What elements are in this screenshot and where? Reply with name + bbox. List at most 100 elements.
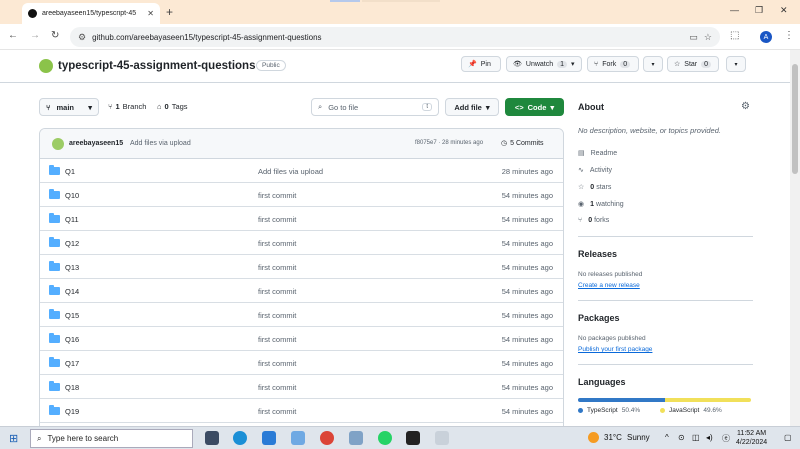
page-scrollbar[interactable] bbox=[790, 50, 800, 426]
address-bar[interactable]: ⚙ github.com/areebayaseen15/typescript-4… bbox=[70, 27, 720, 47]
mail-icon[interactable] bbox=[262, 431, 276, 445]
commit-message[interactable]: Add files via upload bbox=[130, 140, 191, 147]
tray-app-icon[interactable]: ⊙ bbox=[678, 433, 685, 442]
file-commit-message[interactable]: first commit bbox=[258, 407, 296, 416]
publish-package-link[interactable]: Publish your first package bbox=[578, 346, 652, 353]
create-release-link[interactable]: Create a new release bbox=[578, 282, 640, 289]
pin-button[interactable]: 📌 Pin bbox=[461, 56, 501, 72]
scrollbar-thumb[interactable] bbox=[792, 64, 798, 174]
file-name[interactable]: Q12 bbox=[65, 239, 79, 248]
file-name[interactable]: Q14 bbox=[65, 287, 79, 296]
forward-icon[interactable]: → bbox=[30, 30, 40, 41]
app-icon[interactable] bbox=[349, 431, 363, 445]
file-row[interactable]: Q14 first commit 54 minutes ago bbox=[40, 279, 563, 303]
language-item-javascript[interactable]: JavaScript 49.6% bbox=[660, 407, 722, 414]
language-indicator-icon[interactable]: ⓔ bbox=[722, 433, 730, 444]
taskbar-search-input[interactable]: ⌕ Type here to search bbox=[30, 429, 193, 448]
weather-text[interactable]: Sunny bbox=[627, 433, 650, 442]
forks-link[interactable]: ⑂ 0 forks bbox=[578, 217, 609, 224]
committer-name[interactable]: areebayaseen15 bbox=[69, 140, 123, 147]
terminal-icon[interactable] bbox=[406, 431, 420, 445]
file-name[interactable]: Q1 bbox=[65, 167, 75, 176]
file-row[interactable]: Q12 first commit 54 minutes ago bbox=[40, 231, 563, 255]
reload-icon[interactable]: ↻ bbox=[51, 30, 59, 41]
weather-icon[interactable] bbox=[588, 432, 599, 443]
file-explorer-icon[interactable] bbox=[291, 431, 305, 445]
file-commit-message[interactable]: first commit bbox=[258, 287, 296, 296]
browser-tab[interactable]: areebayaseen15/typescript-45 ✕ bbox=[22, 3, 160, 24]
file-name[interactable]: Q10 bbox=[65, 191, 79, 200]
tags-link[interactable]: ⌂ 0 Tags bbox=[157, 102, 188, 111]
committer-avatar[interactable] bbox=[52, 138, 64, 150]
code-button[interactable]: <> Code ▾ bbox=[505, 98, 564, 116]
taskbar-clock[interactable]: 11:52 AM 4/22/2024 bbox=[736, 429, 767, 447]
microphone-icon[interactable] bbox=[435, 431, 449, 445]
chrome-icon[interactable] bbox=[320, 431, 334, 445]
gear-icon[interactable]: ⚙ bbox=[741, 101, 750, 112]
repo-owner-avatar[interactable] bbox=[39, 59, 53, 73]
minimize-icon[interactable]: — bbox=[730, 5, 739, 15]
close-window-icon[interactable]: ✕ bbox=[780, 5, 788, 16]
menu-kebab-icon[interactable]: ⋮ bbox=[784, 30, 794, 41]
file-name[interactable]: Q13 bbox=[65, 263, 79, 272]
edge-browser-icon[interactable] bbox=[233, 431, 247, 445]
file-commit-message[interactable]: Add files via upload bbox=[258, 167, 323, 176]
file-commit-message[interactable]: first commit bbox=[258, 215, 296, 224]
task-view-icon[interactable] bbox=[205, 431, 219, 445]
packages-heading[interactable]: Packages bbox=[578, 313, 620, 323]
file-row[interactable]: Q18 first commit 54 minutes ago bbox=[40, 375, 563, 399]
file-commit-message[interactable]: first commit bbox=[258, 239, 296, 248]
file-commit-message[interactable]: first commit bbox=[258, 383, 296, 392]
file-row[interactable]: Q19 first commit 54 minutes ago bbox=[40, 399, 563, 423]
profile-avatar[interactable]: A bbox=[760, 31, 772, 43]
star-button[interactable]: ☆ Star 0 bbox=[667, 56, 719, 72]
file-name[interactable]: Q11 bbox=[65, 215, 79, 224]
readme-link[interactable]: ▤ Readme bbox=[578, 149, 617, 158]
watching-link[interactable]: ◉ 1 watching bbox=[578, 200, 624, 209]
repo-title[interactable]: typescript-45-assignment-questions bbox=[58, 60, 255, 72]
file-commit-message[interactable]: first commit bbox=[258, 191, 296, 200]
restore-icon[interactable]: ❐ bbox=[755, 5, 763, 16]
site-info-icon[interactable]: ⚙ bbox=[78, 32, 86, 43]
file-row[interactable]: Q1 Add files via upload 28 minutes ago bbox=[40, 159, 563, 183]
file-commit-message[interactable]: first commit bbox=[258, 311, 296, 320]
file-row[interactable]: Q11 first commit 54 minutes ago bbox=[40, 207, 563, 231]
file-row[interactable]: Q13 first commit 54 minutes ago bbox=[40, 255, 563, 279]
network-icon[interactable]: ◫ bbox=[692, 433, 700, 442]
branches-link[interactable]: ⑂ 1 Branch bbox=[108, 102, 146, 111]
notifications-icon[interactable]: ▢ bbox=[784, 433, 792, 442]
file-name[interactable]: Q18 bbox=[65, 383, 79, 392]
file-row[interactable]: Q17 first commit 54 minutes ago bbox=[40, 351, 563, 375]
file-commit-message[interactable]: first commit bbox=[258, 263, 296, 272]
windows-start-icon[interactable]: ⊞ bbox=[9, 432, 18, 445]
whatsapp-icon[interactable] bbox=[378, 431, 392, 445]
file-row[interactable]: Q10 first commit 54 minutes ago bbox=[40, 183, 563, 207]
go-to-file-input[interactable]: ⌕ Go to file t bbox=[311, 98, 439, 116]
weather-temp[interactable]: 31°C bbox=[604, 433, 622, 442]
volume-icon[interactable]: ◂) bbox=[706, 433, 713, 442]
bookmark-star-icon[interactable]: ☆ bbox=[704, 32, 712, 43]
tray-chevron-icon[interactable]: ^ bbox=[665, 433, 669, 442]
fork-dropdown-button[interactable]: ▾ bbox=[643, 56, 663, 72]
commits-link[interactable]: ◷ 5 Commits bbox=[501, 139, 544, 148]
releases-heading[interactable]: Releases bbox=[578, 249, 617, 259]
cast-icon[interactable]: ▭ bbox=[689, 32, 698, 43]
file-name[interactable]: Q15 bbox=[65, 311, 79, 320]
new-tab-icon[interactable]: + bbox=[166, 5, 173, 19]
file-name[interactable]: Q19 bbox=[65, 407, 79, 416]
file-row[interactable]: Q15 first commit 54 minutes ago bbox=[40, 303, 563, 327]
extensions-icon[interactable]: ⬚ bbox=[730, 30, 739, 41]
file-row[interactable]: Q16 first commit 54 minutes ago bbox=[40, 327, 563, 351]
file-name[interactable]: Q17 bbox=[65, 359, 79, 368]
commit-hash-time[interactable]: f8075e7 · 28 minutes ago bbox=[415, 140, 483, 146]
file-commit-message[interactable]: first commit bbox=[258, 335, 296, 344]
add-file-button[interactable]: Add file ▾ bbox=[445, 98, 499, 116]
stars-link[interactable]: ☆ 0 stars bbox=[578, 183, 611, 192]
fork-button[interactable]: ⑂ Fork 0 bbox=[587, 56, 639, 72]
file-commit-message[interactable]: first commit bbox=[258, 359, 296, 368]
file-name[interactable]: Q16 bbox=[65, 335, 79, 344]
close-tab-icon[interactable]: ✕ bbox=[147, 9, 154, 18]
star-dropdown-button[interactable]: ▾ bbox=[726, 56, 746, 72]
back-icon[interactable]: ← bbox=[8, 30, 18, 41]
activity-link[interactable]: ∿ Activity bbox=[578, 166, 612, 175]
